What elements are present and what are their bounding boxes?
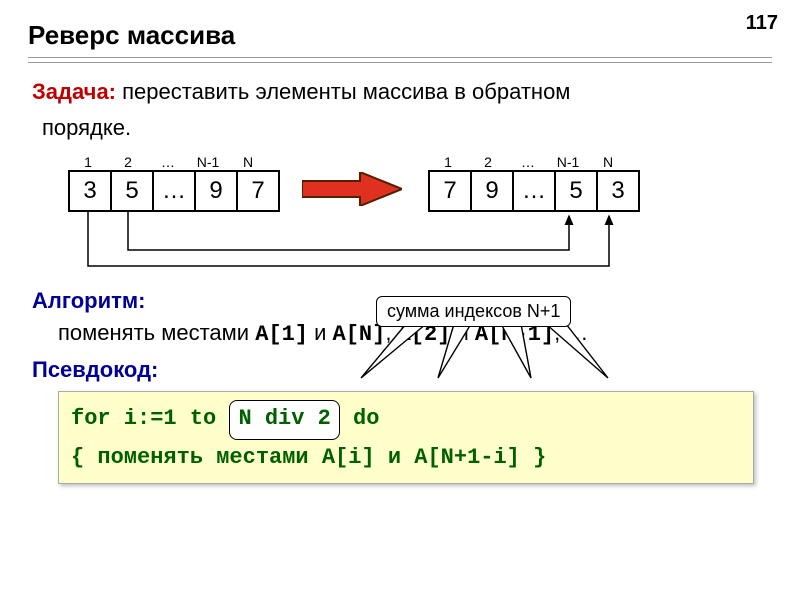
idx-label: 1	[428, 154, 468, 170]
code-line-2: { поменять местами A[i] и A[N+1-i] }	[71, 440, 741, 475]
algo-a1: A[1]	[255, 322, 308, 347]
callout-text: сумма индексов N+1	[376, 296, 571, 327]
arr-cell: …	[154, 170, 196, 212]
task-line-1: Задача: переставить элементы массива в о…	[32, 77, 772, 107]
arrays-diagram: 1 2 … N-1 N 3 5 … 9 7 1 2 …	[68, 154, 772, 284]
index-sum-callout: сумма индексов N+1	[376, 296, 606, 370]
arr-cell: 9	[472, 170, 514, 212]
arr-cell: 7	[430, 170, 472, 212]
pseudocode-block: for i:=1 to N div 2 do { поменять местам…	[58, 391, 754, 483]
idx-label: N-1	[548, 154, 588, 170]
code-for: for i:=1 to	[71, 406, 229, 431]
algo-and1: и	[308, 320, 333, 345]
swap-lines-icon	[68, 208, 648, 280]
title-divider	[28, 57, 772, 63]
idx-label: 2	[108, 154, 148, 170]
idx-label: N	[228, 154, 268, 170]
transform-arrow-icon	[302, 172, 402, 206]
arr-cell: 9	[196, 170, 238, 212]
array-before: 1 2 … N-1 N 3 5 … 9 7	[68, 154, 280, 212]
task-text-1: переставить элементы массива в обратном	[122, 79, 570, 104]
idx-label: …	[148, 154, 188, 170]
array-after: 1 2 … N-1 N 7 9 … 5 3	[428, 154, 640, 212]
arr-cell: 5	[112, 170, 154, 212]
arr-cell: 3	[598, 170, 640, 212]
idx-label: 1	[68, 154, 108, 170]
code-line-1: for i:=1 to N div 2 do	[71, 400, 741, 439]
callout-tails-icon	[336, 320, 626, 390]
algo-prefix: поменять местами	[58, 320, 255, 345]
arr-cell: …	[514, 170, 556, 212]
arr-cell: 3	[70, 170, 112, 212]
arr-cell: 5	[556, 170, 598, 212]
code-pill: N div 2	[229, 400, 339, 439]
idx-label: N	[588, 154, 628, 170]
slide-title: Реверс массива	[28, 20, 772, 51]
task-label: Задача:	[32, 79, 116, 104]
page-number: 117	[746, 12, 778, 35]
code-do: do	[340, 406, 380, 431]
arr-cell: 7	[238, 170, 280, 212]
task-line-2: порядке.	[42, 113, 772, 143]
idx-label: N-1	[188, 154, 228, 170]
idx-label: …	[508, 154, 548, 170]
idx-label: 2	[468, 154, 508, 170]
